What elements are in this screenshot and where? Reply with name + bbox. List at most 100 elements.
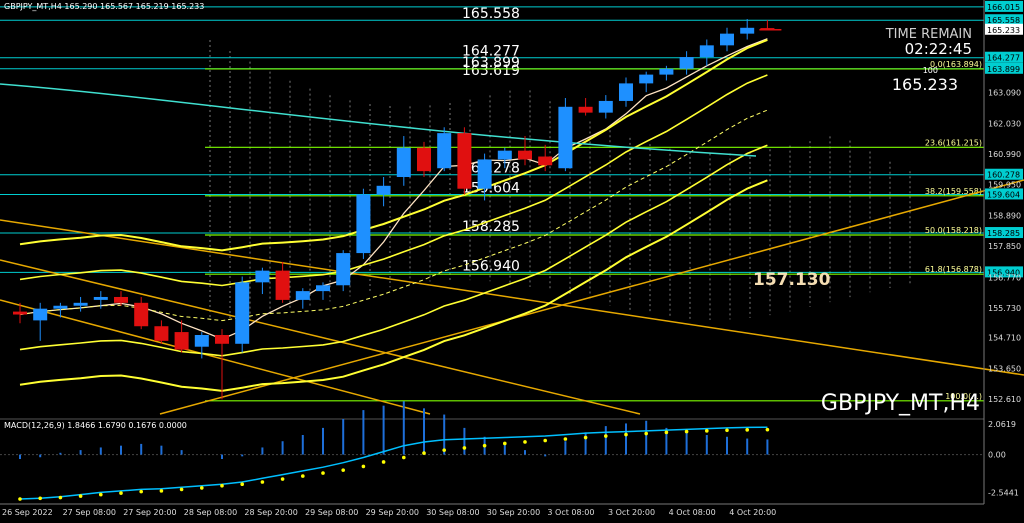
price-tick-label: 162.030	[988, 119, 1021, 128]
bearish-candle	[114, 296, 128, 303]
macd-signal-dot	[139, 489, 143, 494]
fib-marker: 100	[923, 66, 938, 75]
bullish-candle	[194, 335, 209, 347]
bullish-candle	[659, 68, 674, 75]
bullish-candle	[53, 305, 68, 309]
macd-signal-dot	[38, 496, 42, 501]
macd-tick-label: 0.00	[988, 451, 1006, 460]
macd-signal-dot	[543, 438, 547, 443]
bearish-candle	[13, 311, 27, 315]
macd-signal-dot	[583, 435, 588, 440]
macd-signal-dot	[624, 432, 628, 437]
macd-signal-dot	[482, 443, 487, 448]
macd-signal-dot	[563, 437, 568, 441]
macd-signal-dot	[280, 477, 285, 481]
price-tick-label: 158.285	[987, 229, 1020, 238]
level-caption: 165.558	[462, 6, 520, 22]
macd-signal-dot	[301, 474, 305, 478]
bullish-candle	[598, 100, 613, 113]
bullish-candle	[356, 194, 371, 254]
bullish-candle	[336, 253, 351, 286]
price-tick-label: 159.604	[987, 190, 1020, 199]
price-tick-label: 165.233	[987, 26, 1020, 35]
macd-signal-dot	[664, 430, 669, 435]
macd-signal-dot	[765, 427, 770, 432]
macd-signal-dot	[462, 446, 467, 450]
bullish-candle	[720, 33, 734, 46]
time-tick-label: 3 Oct 08:00	[547, 508, 594, 517]
time-remain-value: 02:22:45	[905, 40, 972, 58]
price-tick-label: 157.850	[988, 242, 1021, 251]
bullish-candle	[376, 185, 391, 195]
time-tick-label: 30 Sep 20:00	[487, 508, 540, 517]
bullish-candle	[295, 291, 310, 300]
macd-signal-dot	[442, 448, 447, 452]
bullish-candle	[679, 57, 694, 69]
bullish-candle	[437, 133, 452, 169]
bullish-candle	[73, 302, 88, 306]
macd-signal-dot	[604, 434, 608, 438]
macd-signal-dot	[422, 451, 426, 455]
fib-label: 61.8(156.878)	[925, 265, 982, 274]
callout-price: 157.130	[753, 270, 831, 290]
price-tick-label: 154.710	[988, 334, 1021, 343]
current-price-label: 165.233	[892, 75, 958, 94]
bullish-candle	[558, 106, 573, 169]
bullish-candle	[497, 150, 512, 160]
time-tick-label: 27 Sep 08:00	[63, 508, 116, 517]
macd-signal-dot	[644, 431, 648, 436]
macd-signal-dot	[99, 492, 103, 497]
price-tick-label: 166.015	[987, 3, 1020, 12]
bullish-candle	[396, 147, 411, 178]
chart-window[interactable]: 165.558 164.277 163.899 163.619 160.278 159.6…	[0, 0, 1024, 519]
time-tick-label: 30 Sep 08:00	[426, 508, 479, 517]
macd-signal-dot	[361, 464, 366, 469]
level-caption: 163.619	[462, 63, 520, 79]
bearish-candle	[215, 335, 229, 344]
bearish-candle	[154, 326, 169, 341]
bullish-candle	[93, 296, 108, 300]
macd-signal-dot	[321, 471, 325, 475]
bullish-candle	[619, 83, 633, 101]
bullish-candle	[740, 27, 755, 34]
price-chart[interactable]: 165.558 164.277 163.899 163.619 160.278 159.6…	[0, 0, 1024, 519]
price-tick-label: 160.278	[987, 171, 1020, 180]
macd-signal-dot	[179, 487, 184, 492]
price-tick-label: 163.899	[987, 65, 1020, 74]
bullish-candle	[699, 45, 714, 58]
chart-watermark: GBPJPY_MT,H4	[821, 391, 980, 416]
time-tick-label: 27 Sep 20:00	[123, 508, 176, 517]
macd-signal-dot	[119, 491, 123, 495]
price-tick-label: 153.650	[988, 365, 1021, 374]
macd-signal-dot	[200, 486, 204, 490]
macd-signal-dot	[745, 428, 749, 432]
macd-tick-label: 2.0619	[988, 420, 1016, 429]
fib-label: 23.6(161.215)	[925, 138, 982, 147]
bullish-candle	[477, 159, 492, 189]
price-tick-label: 163.090	[988, 88, 1021, 97]
bearish-candle	[417, 147, 431, 172]
macd-signal-dot	[503, 441, 507, 446]
price-tick-label: 160.990	[988, 150, 1021, 159]
bearish-candle	[174, 332, 189, 350]
time-tick-label: 4 Oct 08:00	[669, 508, 716, 517]
macd-tick-label: -2.5441	[988, 488, 1019, 497]
bullish-candle	[639, 74, 654, 84]
bearish-candle	[578, 106, 593, 113]
macd-signal-dot	[725, 428, 729, 433]
time-tick-label: 29 Sep 20:00	[366, 508, 419, 517]
time-tick-label: 26 Sep 2022	[2, 508, 53, 517]
macd-signal-dot	[159, 489, 164, 493]
bullish-candle	[255, 270, 270, 283]
price-tick-label: 158.890	[988, 211, 1021, 220]
price-tick-label: 155.730	[988, 304, 1021, 313]
bearish-candle	[538, 156, 553, 166]
macd-signal-dot	[18, 497, 22, 501]
level-caption: 156.940	[462, 258, 520, 274]
macd-signal-dot	[240, 482, 244, 487]
bearish-candle	[518, 150, 532, 160]
macd-signal-dot	[523, 440, 527, 444]
bullish-candle	[33, 308, 48, 321]
symbol-header: GBPJPY_MT,H4 165.290 165.567 165.219 165…	[4, 2, 204, 11]
bearish-candle	[457, 133, 472, 189]
